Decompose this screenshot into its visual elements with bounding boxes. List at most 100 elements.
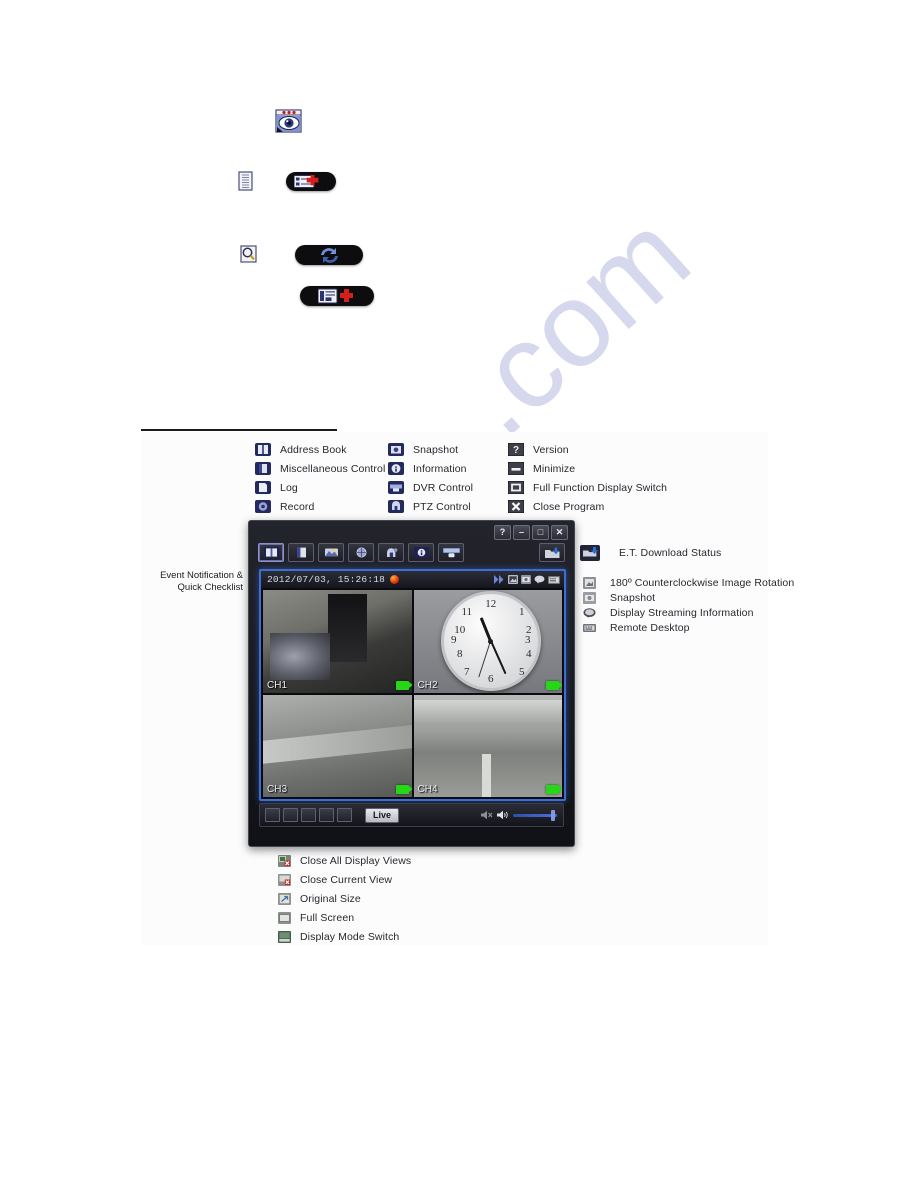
original-size-button[interactable] <box>301 808 316 822</box>
expand-icon[interactable] <box>494 575 505 584</box>
legend-item-dvr-control: DVR Control <box>388 481 473 494</box>
dvr-control-button[interactable] <box>438 543 464 562</box>
legend-item-image-rotation: 180º Counterclockwise Image Rotation <box>583 577 794 589</box>
legend-label: Version <box>533 443 569 456</box>
display-streaming-information-icon[interactable] <box>534 575 545 584</box>
add-address-book-entry-button[interactable] <box>286 172 336 191</box>
image-rotation-icon[interactable] <box>508 575 518 584</box>
clock-numeral: 1 <box>519 606 525 619</box>
dvr-control-icon <box>388 481 404 494</box>
view-control-buttons <box>265 808 352 822</box>
legend-label: Close Current View <box>300 874 393 886</box>
live-mode-indicator[interactable]: Live <box>365 807 399 823</box>
legend-item-information: Information <box>388 462 467 475</box>
clock-numeral: 7 <box>464 666 470 679</box>
volume-slider-handle[interactable] <box>551 809 555 821</box>
legend-item-et-download-status: E.T. Download Status <box>580 545 721 561</box>
et-download-status-button[interactable] <box>539 543 565 562</box>
live-mode-label: Live <box>372 809 391 820</box>
channel-cell[interactable]: CH4 <box>413 694 562 797</box>
section-divider <box>141 429 337 431</box>
clock-center-pin <box>488 638 494 644</box>
volume-slider[interactable] <box>513 809 557 821</box>
legend-label: DVR Control <box>413 481 474 494</box>
miscellaneous-control-icon <box>255 462 271 475</box>
record-button[interactable] <box>348 543 374 562</box>
window-title-bar: ? – □ ✕ <box>249 521 574 541</box>
legend-item-remote-desktop: Remote Desktop <box>583 622 690 634</box>
clock-numeral: 8 <box>457 648 463 661</box>
legend-label: Original Size <box>300 893 361 905</box>
close-button[interactable]: ✕ <box>551 525 568 540</box>
add-device-button[interactable] <box>300 286 374 306</box>
snapshot-icon <box>388 443 404 456</box>
snapshot-button[interactable] <box>318 543 344 562</box>
legend-item-minimize: Minimize <box>508 462 575 475</box>
clock-numeral: 3 <box>525 634 531 647</box>
et-download-status-icon <box>580 545 600 561</box>
legend-item-display-streaming-information: Display Streaming Information <box>583 607 754 619</box>
information-button[interactable] <box>408 543 434 562</box>
legend-item-full-function-display-switch: Full Function Display Switch <box>508 481 667 494</box>
legend-item-ptz-control: PTZ Control <box>388 500 471 513</box>
legend-label: Minimize <box>533 462 576 475</box>
legend-item-snapshot: Snapshot <box>388 443 458 456</box>
audio-controls <box>481 809 557 821</box>
full-screen-button[interactable] <box>319 808 334 822</box>
legend-label: PTZ Control <box>413 500 471 513</box>
channel-cell[interactable]: CH3 <box>263 694 412 797</box>
help-button[interactable]: ? <box>494 525 511 540</box>
refresh-sync-button[interactable] <box>295 245 363 265</box>
legend-item-address-book: Address Book <box>255 443 347 456</box>
information-icon <box>388 462 404 475</box>
channel-cell[interactable]: CH1 <box>263 590 412 693</box>
legend-label: Close Program <box>533 500 605 513</box>
ptz-control-button[interactable] <box>378 543 404 562</box>
clock-numeral: 11 <box>461 606 473 619</box>
address-book-button[interactable] <box>258 543 284 562</box>
legend-item-log: Log <box>255 481 298 494</box>
channel-label: CH1 <box>267 679 288 691</box>
legend-item-snapshot-right: Snapshot <box>583 592 655 604</box>
address-book-icon <box>255 443 271 456</box>
legend-label: E.T. Download Status <box>619 547 722 559</box>
clock-numeral: 6 <box>488 673 494 686</box>
remote-desktop-icon[interactable] <box>548 575 560 584</box>
recording-indicator-icon <box>395 785 412 794</box>
recording-indicator-icon <box>395 680 412 690</box>
snapshot-icon <box>583 592 596 604</box>
viewport-header: 2012/07/03, 15:26:18 <box>261 571 564 588</box>
video-viewport: 2012/07/03, 15:26:18 CH1 12 1 2 3 4 5 6 … <box>259 569 566 801</box>
close-program-icon <box>508 500 524 513</box>
minimize-button[interactable]: – <box>513 525 530 540</box>
snapshot-icon[interactable] <box>521 575 531 584</box>
clock-numeral: 10 <box>454 624 466 637</box>
legend-label: Full Screen <box>300 912 355 924</box>
playback-control-bar: Live <box>259 803 564 827</box>
channel-cell[interactable]: 12 1 2 3 4 5 6 7 8 9 10 11 CH2 <box>413 590 562 693</box>
legend-item-close-current-view: Close Current View <box>278 874 392 886</box>
recording-indicator-icon <box>546 785 562 794</box>
close-current-view-button[interactable] <box>283 808 298 822</box>
legend-item-close-all-display-views: Close All Display Views <box>278 855 411 867</box>
clock-minute-hand <box>489 640 507 675</box>
clock-numeral: 4 <box>526 648 532 661</box>
legend-item-version: ? Version <box>508 443 569 456</box>
legend-item-display-mode-switch: Display Mode Switch <box>278 931 399 943</box>
legend-label: Display Mode Switch <box>300 931 400 943</box>
minimize-icon <box>508 462 524 475</box>
channel-grid: CH1 12 1 2 3 4 5 6 7 8 9 10 11 CH2 CH3 C… <box>261 588 564 799</box>
speaker-icon[interactable] <box>497 810 509 820</box>
notepad-icon <box>238 171 253 191</box>
display-mode-switch-button[interactable] <box>337 808 352 822</box>
recording-indicator-icon <box>546 680 562 690</box>
legend-label: Log <box>280 481 298 494</box>
version-icon: ? <box>508 443 524 456</box>
restore-button[interactable]: □ <box>532 525 549 540</box>
log-button[interactable] <box>288 543 314 562</box>
legend-item-record: Record <box>255 500 314 513</box>
clock-numeral: 12 <box>485 598 497 611</box>
mute-icon[interactable] <box>481 810 493 820</box>
event-alert-icon[interactable] <box>390 575 400 584</box>
close-all-display-views-button[interactable] <box>265 808 280 822</box>
